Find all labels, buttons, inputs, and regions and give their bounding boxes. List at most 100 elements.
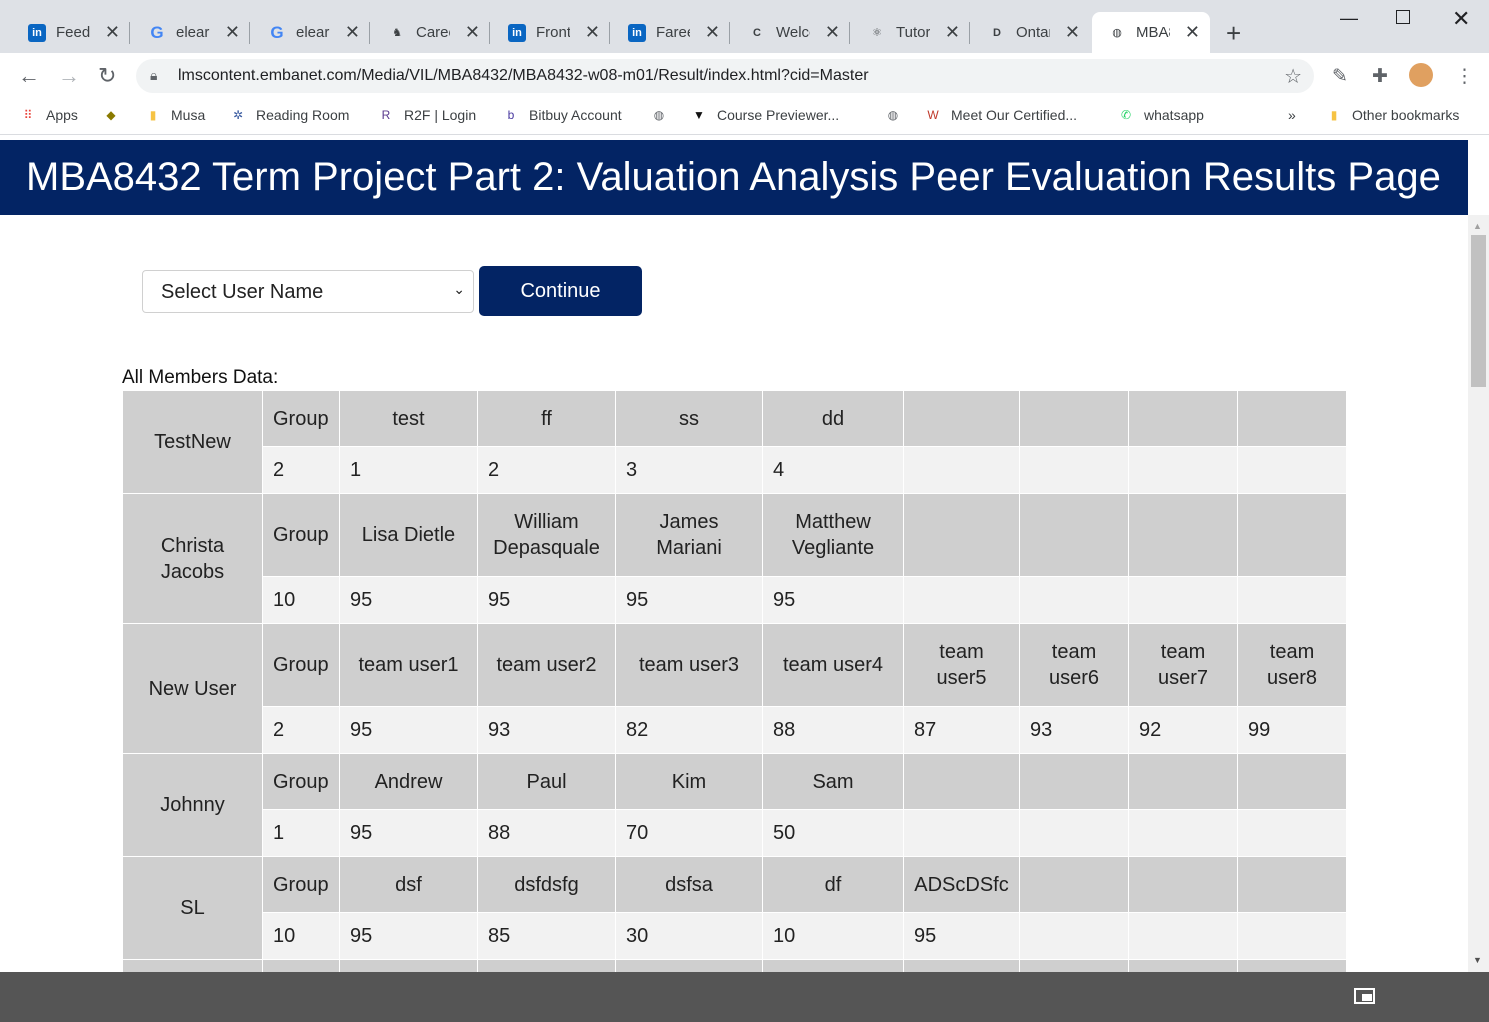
tab-8[interactable]: ⚛ Tutori ✕ (852, 12, 970, 53)
bookmarks-overflow-icon[interactable]: » (1288, 107, 1296, 123)
bookmark-1[interactable]: ⠿ Apps (20, 107, 78, 123)
maximize-icon[interactable] (1396, 10, 1410, 24)
google-icon: G (150, 22, 164, 42)
teammate-name (1128, 493, 1238, 577)
tab-close-icon[interactable]: ✕ (705, 22, 720, 42)
tab-divider (729, 22, 730, 44)
linkedin-icon: in (628, 23, 646, 42)
tab-close-icon[interactable]: ✕ (945, 22, 960, 42)
score-cell: 70 (615, 809, 763, 857)
teammate-name (1128, 753, 1238, 810)
score-cell: 1 (339, 446, 478, 494)
other-bookmarks-label: Other bookmarks (1352, 107, 1460, 123)
group-header: Group (262, 753, 340, 810)
extensions-puzzle-icon[interactable]: ✚ (1372, 65, 1388, 88)
lock-icon[interactable]: 🔒︎ (150, 67, 157, 84)
continue-button[interactable]: Continue (479, 266, 642, 316)
teammate-name (1237, 856, 1347, 913)
bookmark-label: Musa (171, 107, 206, 123)
tab-close-icon[interactable]: ✕ (465, 22, 480, 42)
teammate-name: ss (615, 390, 763, 447)
globe-icon: ◍ (1112, 27, 1122, 39)
menu-kebab-icon[interactable]: ⋮ (1455, 65, 1474, 88)
dms-icon: D (993, 26, 1001, 39)
tab-7[interactable]: C Welco ✕ (732, 12, 850, 53)
tab-close-icon[interactable]: ✕ (585, 22, 600, 42)
tab-close-icon[interactable]: ✕ (105, 22, 120, 42)
bookmark-10[interactable]: W Meet Our Certified... (925, 107, 1077, 123)
tab-close-icon[interactable]: ✕ (1185, 22, 1200, 42)
page-scrollbar[interactable]: ▲ ▼ (1468, 215, 1489, 972)
member-header-row: Christa Jacobs Group Lisa Dietle William De… (122, 493, 1347, 624)
user-name-select[interactable]: Select User Name ⌄ (142, 270, 474, 313)
tab-close-icon[interactable]: ✕ (225, 22, 240, 42)
scroll-up-arrow-icon[interactable]: ▲ (1473, 221, 1482, 231)
bookmark-8[interactable]: ▼ Course Previewer... (691, 107, 839, 123)
forward-icon[interactable]: → (58, 63, 80, 89)
score-cell: 10 (762, 912, 904, 960)
tab-4[interactable]: ♞ Career ✕ (372, 12, 490, 53)
scroll-thumb[interactable] (1471, 235, 1486, 387)
tab-10[interactable]: ◍ MBA8 ✕ (1092, 12, 1210, 53)
bookmark-4[interactable]: ✲ Reading Room (230, 107, 349, 123)
new-tab-button[interactable]: + (1226, 18, 1241, 49)
score-cell: 92 (1128, 706, 1238, 754)
other-bookmarks[interactable]: ▮ Other bookmarks (1326, 107, 1460, 123)
reload-icon[interactable]: ↻ (98, 63, 116, 89)
picture-in-picture-icon[interactable] (1354, 988, 1375, 1004)
bookmark-11[interactable]: ✆ whatsapp (1118, 107, 1204, 123)
tab-6[interactable]: in Fareed ✕ (612, 12, 730, 53)
bookmark-5[interactable]: R R2F | Login (378, 107, 476, 123)
tab-close-icon[interactable]: ✕ (825, 22, 840, 42)
score-cell: 95 (477, 576, 616, 624)
tab-3[interactable]: Gelearn ✕ (252, 12, 370, 53)
score-cell: 3 (615, 446, 763, 494)
minimize-icon[interactable]: — (1340, 8, 1358, 29)
group-header: Group (262, 493, 340, 577)
score-cell: 95 (615, 576, 763, 624)
scroll-down-arrow-icon[interactable]: ▼ (1473, 955, 1482, 965)
teammate-name: team user7 (1128, 623, 1238, 707)
score-cell: 95 (339, 809, 478, 857)
globe-icon: ◍ (887, 108, 899, 122)
member-name (122, 959, 263, 972)
tab-divider (129, 22, 130, 44)
group-header: Group (262, 856, 340, 913)
chevron-down-icon: ⌄ (453, 281, 465, 297)
back-icon[interactable]: ← (18, 63, 40, 89)
score-cell: 2 (477, 446, 616, 494)
teammate-name: test (339, 390, 478, 447)
url-text[interactable]: lmscontent.embanet.com/Media/VIL/MBA8432… (178, 67, 869, 85)
score-cell (1128, 576, 1238, 624)
teammate-name: Lisa Dietle (339, 493, 478, 577)
members-label: All Members Data: (122, 367, 279, 388)
eyedropper-extension-icon[interactable]: ✎ (1332, 65, 1348, 88)
bookmark-6[interactable]: b Bitbuy Account (503, 107, 622, 123)
tab-close-icon[interactable]: ✕ (1065, 22, 1080, 42)
teammate-name: team user4 (762, 623, 904, 707)
tab-5[interactable]: in Fronte ✕ (492, 12, 610, 53)
bookmark-star-icon[interactable]: ☆ (1284, 64, 1302, 89)
bookmark-2[interactable]: ◆ (103, 107, 129, 123)
tab-label: Welco (776, 24, 810, 41)
bookmark-3[interactable]: ▮ Musa (145, 107, 206, 123)
teammate-name (1237, 959, 1347, 972)
profile-avatar[interactable] (1409, 63, 1433, 87)
teammate-name: dd (762, 390, 904, 447)
bookmark-9[interactable]: ◍ (885, 107, 911, 123)
tab-close-icon[interactable]: ✕ (345, 22, 360, 42)
user-name-select-value: Select User Name (161, 281, 324, 303)
bookmark-label: Reading Room (256, 107, 350, 123)
score-cell (1128, 446, 1238, 494)
member-name: TestNew (122, 390, 263, 494)
tab-divider (249, 22, 250, 44)
close-window-icon[interactable]: ✕ (1452, 6, 1470, 32)
tab-2[interactable]: Gelearn ✕ (132, 12, 250, 53)
teammate-name: William Depasquale (477, 493, 616, 577)
tab-9[interactable]: D Ontar ✕ (972, 12, 1090, 53)
tab-1[interactable]: in Feed | ✕ (12, 12, 130, 53)
score-cell: 85 (477, 912, 616, 960)
bookmark-label: Meet Our Certified... (951, 107, 1078, 123)
address-bar[interactable]: 🔒︎ lmscontent.embanet.com/Media/VIL/MBA8… (136, 59, 1314, 93)
bookmark-7[interactable]: ◍ (651, 107, 677, 123)
